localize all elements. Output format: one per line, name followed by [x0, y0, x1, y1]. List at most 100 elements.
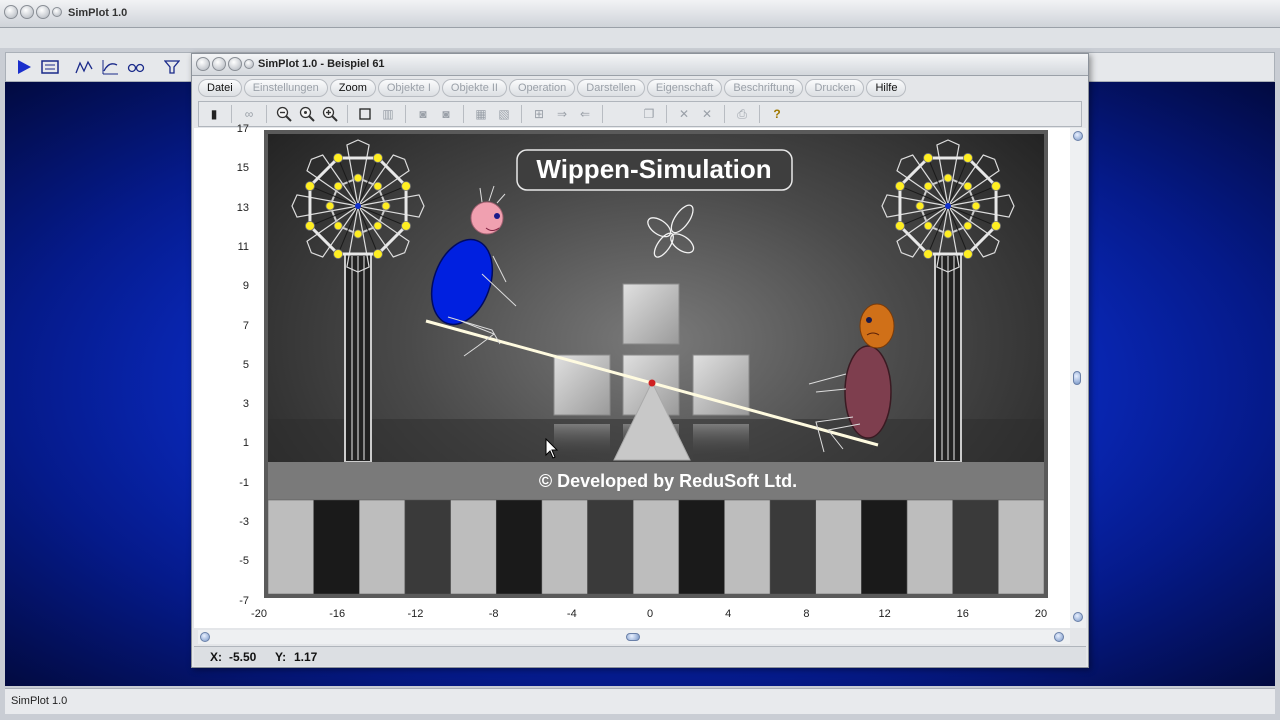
y-tick-label: 7 — [242, 319, 249, 332]
play-icon[interactable] — [14, 57, 34, 77]
scroll-left-button[interactable] — [200, 632, 210, 642]
align-icon[interactable]: ⊞ — [530, 105, 548, 123]
x-tick-label: -20 — [251, 608, 267, 620]
simulation-canvas: Wippen-Simulation © Developed by ReduSof… — [268, 139, 1044, 594]
menu-window-button[interactable] — [52, 7, 62, 17]
scroll-right-button[interactable] — [1054, 632, 1064, 642]
menu-darstellen[interactable]: Darstellen — [577, 79, 645, 97]
curve-icon[interactable] — [100, 57, 120, 77]
app-menubar — [0, 28, 1280, 48]
simulation-scene[interactable]: Wippen-Simulation © Developed by ReduSof… — [268, 134, 1044, 594]
toolbar-separator — [405, 105, 406, 123]
y-tick-label: 17 — [236, 123, 249, 135]
filter-icon[interactable] — [162, 57, 182, 77]
print-icon[interactable]: ⎙ — [733, 105, 751, 123]
y-coord-label: Y: — [275, 650, 287, 664]
document-icon[interactable]: ❐ — [640, 105, 658, 123]
toolbar-separator — [759, 105, 760, 123]
zoom-fit-icon[interactable] — [298, 105, 316, 123]
menu-eigenschaft[interactable]: Eigenschaft — [646, 79, 723, 97]
right-tower — [934, 253, 962, 463]
toolbar-separator — [521, 105, 522, 123]
menu-hilfe[interactable]: Hilfe — [866, 79, 907, 97]
document-window: SimPlot 1.0 - Beispiel 61 Datei Einstellu… — [191, 53, 1089, 668]
rectangle-select-icon[interactable] — [356, 105, 374, 123]
menu-document-button[interactable] — [244, 59, 254, 69]
stacked-box-top — [622, 283, 680, 345]
toolbar-separator — [724, 105, 725, 123]
edit-table-icon[interactable]: ▧ — [495, 105, 513, 123]
calculator-icon[interactable]: ▮ — [205, 105, 223, 123]
horizontal-scroll-thumb[interactable] — [626, 633, 640, 641]
y-tick-label: -3 — [239, 516, 249, 528]
y-tick-label: 15 — [236, 162, 249, 175]
scroll-up-button[interactable] — [1073, 131, 1083, 141]
left-tower — [344, 253, 372, 463]
minimize-document-button[interactable] — [212, 57, 226, 71]
menu-operation[interactable]: Operation — [508, 79, 576, 97]
document-title: SimPlot 1.0 - Beispiel 61 — [258, 58, 385, 70]
document-titlebar[interactable]: SimPlot 1.0 - Beispiel 61 — [192, 54, 1088, 76]
help-icon[interactable]: ? — [768, 105, 786, 123]
x-tick-label: -8 — [488, 608, 499, 620]
menu-objekte-i[interactable]: Objekte I — [377, 79, 440, 97]
toolbar-separator — [463, 105, 464, 123]
menu-drucken[interactable]: Drucken — [805, 79, 865, 97]
menu-objekte-ii[interactable]: Objekte II — [441, 79, 507, 97]
document-window-controls — [196, 57, 254, 71]
minimize-window-button[interactable] — [20, 5, 34, 19]
toolbar-separator — [266, 105, 267, 123]
cross-all-icon[interactable]: ✕ — [698, 105, 716, 123]
x-tick-label: -4 — [566, 608, 577, 620]
app-statusbar: SimPlot 1.0 — [5, 688, 1275, 714]
arrow-right-icon[interactable]: ⇒ — [553, 105, 571, 123]
left-ferris-wheel — [291, 139, 425, 273]
y-tick-label: -5 — [239, 555, 249, 568]
app-status-text: SimPlot 1.0 — [11, 695, 68, 707]
close-document-button[interactable] — [196, 57, 210, 71]
box-reflection-right — [693, 424, 749, 462]
grid-select-icon[interactable]: ▥ — [379, 105, 397, 123]
y-tick-label: 9 — [242, 280, 249, 293]
scene-title: Wippen-Simulation — [536, 154, 771, 184]
y-tick-label: 11 — [237, 240, 249, 253]
x-tick-label: 12 — [878, 608, 891, 620]
banner-text: © Developed by ReduSoft Ltd. — [539, 471, 797, 491]
menu-datei[interactable]: Datei — [198, 79, 242, 97]
scroll-down-button[interactable] — [1073, 612, 1083, 622]
document-menubar: Datei Einstellungen Zoom Objekte I Objekte I… — [198, 79, 907, 99]
x-tick-label: -16 — [329, 608, 346, 620]
x-coord-label: X: — [210, 650, 222, 664]
y-tick-label: 13 — [236, 201, 249, 214]
infinity-icon[interactable]: ∞ — [240, 105, 258, 123]
toolbar-separator — [231, 105, 232, 123]
y-tick-label: 1 — [242, 437, 249, 450]
function-plot-icon[interactable] — [74, 57, 94, 77]
copy-object-icon[interactable]: ◙ — [414, 105, 432, 123]
menu-einstellungen[interactable]: Einstellungen — [243, 79, 328, 97]
maximize-window-button[interactable] — [36, 5, 50, 19]
document-statusbar: X: -5.50 Y: 1.17 — [194, 646, 1086, 666]
maximize-document-button[interactable] — [228, 57, 242, 71]
simulation-frame: Wippen-Simulation © Developed by ReduSof… — [264, 130, 1048, 598]
x-tick-label: 4 — [725, 608, 732, 620]
left-person — [430, 185, 517, 357]
paste-object-icon[interactable]: ◙ — [437, 105, 455, 123]
close-window-button[interactable] — [4, 5, 18, 19]
menu-beschriftung[interactable]: Beschriftung — [724, 79, 804, 97]
zoom-in-icon[interactable] — [321, 105, 339, 123]
vertical-scrollbar[interactable] — [1070, 128, 1086, 628]
cross-icon[interactable]: ✕ — [675, 105, 693, 123]
plot-area[interactable]: 17 15 13 11 9 7 5 3 1 -1 -3 -5 -7 -20 -16 -12 -8 -4 0 4 8 12… — [194, 123, 1070, 628]
right-ferris-wheel — [881, 139, 1015, 273]
table-icon[interactable]: ▦ — [472, 105, 490, 123]
oo-icon[interactable] — [126, 57, 146, 77]
menu-zoom[interactable]: Zoom — [329, 79, 376, 97]
mouse-cursor-icon — [545, 438, 559, 459]
vertical-scroll-thumb[interactable] — [1073, 371, 1081, 385]
zoom-out-icon[interactable] — [275, 105, 293, 123]
calculator-icon[interactable] — [40, 57, 60, 77]
toolbar-separator — [666, 105, 667, 123]
arrow-left-icon[interactable]: ⇐ — [576, 105, 594, 123]
horizontal-scrollbar[interactable] — [198, 630, 1070, 644]
